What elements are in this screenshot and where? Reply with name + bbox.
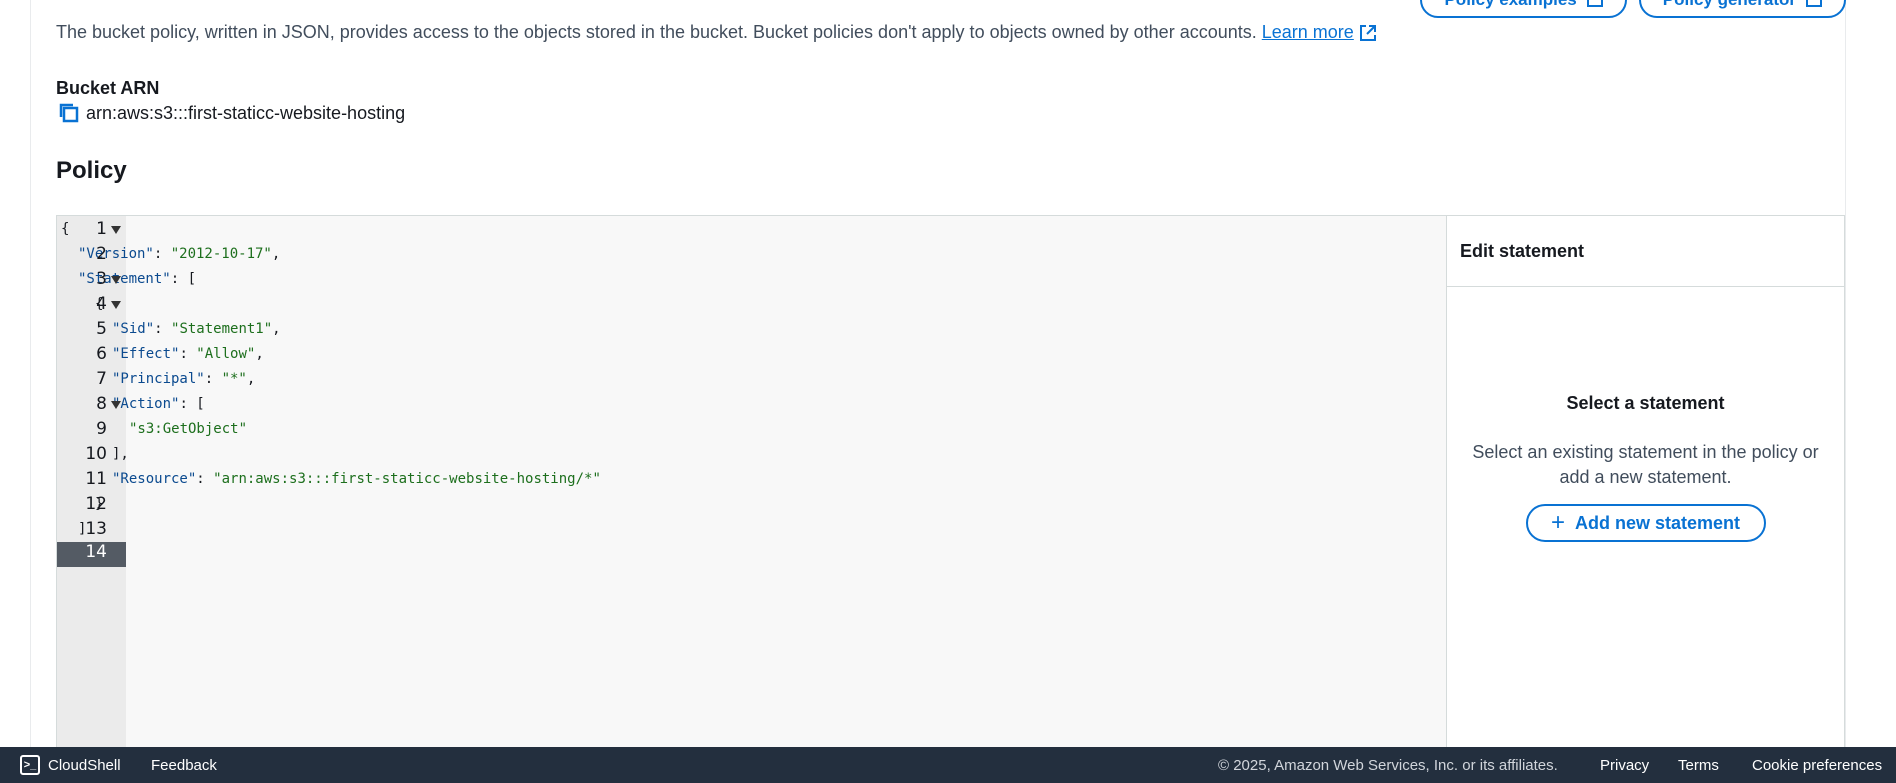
policy-generator-button[interactable]: Policy generator [1638,0,1846,18]
line-number: 3 [57,267,126,292]
code-line[interactable]: "s3:GetObject" [57,417,1501,442]
line-number: 13 [57,517,126,542]
policy-helper-buttons: Policy examples Policy generator [1420,0,1846,18]
code-line[interactable]: "Version": "2012-10-17", [57,242,1501,267]
code-line[interactable]: } [57,492,1501,517]
line-number: 5 [57,317,126,342]
code-line[interactable]: { [57,292,1501,317]
add-new-statement-button[interactable]: + Add new statement [1525,504,1766,542]
line-number-text: 1 [96,219,107,239]
policy-generator-label: Policy generator [1663,0,1796,10]
privacy-link[interactable]: Privacy [1600,747,1649,783]
line-number: 7 [57,367,126,392]
line-number: 4 [57,292,126,317]
add-new-statement-label: Add new statement [1574,512,1741,533]
line-number-text: 12 [85,494,107,514]
console-footer: >_ CloudShell Feedback © 2025, Amazon We… [0,747,1896,783]
line-number-text: 6 [96,344,107,364]
line-number: 9 [57,417,126,442]
bucket-arn-label: Bucket ARN [56,78,160,98]
fold-arrow-icon[interactable] [111,301,121,309]
code-area[interactable]: {"Version": "2012-10-17", "Statement": [{… [61,216,1501,774]
line-number-text: 2 [96,244,107,264]
policy-examples-button[interactable]: Policy examples [1420,0,1627,18]
learn-more-link[interactable]: Learn more [1262,22,1377,43]
line-number: 12 [57,492,126,517]
policy-description: The bucket policy, written in JSON, prov… [56,22,1377,43]
copy-icon[interactable] [58,102,80,124]
code-line[interactable]: "Statement": [ [57,267,1501,292]
code-line[interactable]: "Effect": "Allow", [57,342,1501,367]
code-line[interactable]: "Principal": "*", [57,367,1501,392]
cookie-preferences-link[interactable]: Cookie preferences [1752,747,1882,783]
terms-link[interactable]: Terms [1678,747,1719,783]
line-number-text: 9 [96,419,107,439]
line-number: 14 [57,542,126,567]
code-text: "Effect": "Allow", [112,346,264,362]
feedback-link[interactable]: Feedback [151,747,217,783]
line-number: 2 [57,242,126,267]
line-number: 10 [57,442,126,467]
code-text: "Sid": "Statement1", [112,321,281,337]
code-line[interactable]: "Resource": "arn:aws:s3:::first-staticc-… [57,467,1501,492]
cloudshell-label: CloudShell [48,756,121,774]
code-line[interactable]: "Sid": "Statement1", [57,317,1501,342]
select-statement-description: Select an existing statement in the poli… [1472,442,1819,487]
code-text: "Principal": "*", [112,371,256,387]
external-link-icon [1359,24,1376,41]
policy-description-text: The bucket policy, written in JSON, prov… [56,22,1257,42]
terminal-icon: >_ [20,755,40,775]
copyright-text: © 2025, Amazon Web Services, Inc. or its… [1218,756,1558,774]
line-number-text: 4 [96,294,107,314]
policy-examples-label: Policy examples [1444,0,1576,10]
code-line[interactable]: ] [57,517,1501,542]
line-number: 6 [57,342,126,367]
code-text: "s3:GetObject" [129,421,248,437]
code-line[interactable]: "Action": [ [57,392,1501,417]
code-line[interactable]: ], [57,442,1501,467]
code-line[interactable]: { [57,217,1501,242]
code-text: "Resource": "arn:aws:s3:::first-staticc-… [112,471,601,487]
bucket-arn-row: arn:aws:s3:::first-staticc-website-hosti… [58,102,405,124]
edit-statement-panel: Edit statement Select a statement Select… [1446,216,1844,774]
bucket-arn-value: arn:aws:s3:::first-staticc-website-hosti… [86,102,406,123]
learn-more-label: Learn more [1261,22,1354,42]
line-number: 8 [57,392,126,417]
line-number-text: 3 [96,269,107,289]
line-number-text: 14 [85,542,107,562]
line-number: 11 [57,467,126,492]
external-link-icon [1806,0,1822,7]
line-number-text: 10 [85,444,107,464]
code-line[interactable]: } [57,542,1501,567]
edit-statement-header: Edit statement [1447,216,1844,287]
line-number-text: 7 [96,369,107,389]
fold-arrow-icon[interactable] [111,276,121,284]
external-link-icon [1586,0,1603,7]
policy-title: Policy [56,157,127,184]
fold-arrow-icon[interactable] [111,226,121,234]
plus-icon: + [1550,509,1565,536]
line-number-text: 13 [85,519,107,539]
edit-statement-body: Select a statement Select an existing st… [1447,287,1844,542]
line-number-text: 8 [96,394,107,414]
feedback-label: Feedback [151,756,217,774]
policy-editor[interactable]: {"Version": "2012-10-17", "Statement": [{… [56,215,1845,775]
line-number: 1 [57,217,126,242]
fold-arrow-icon[interactable] [111,401,121,409]
line-number-text: 5 [96,319,107,339]
cloudshell-button[interactable]: >_ CloudShell [20,747,121,783]
select-statement-title: Select a statement [1566,393,1725,413]
line-number-text: 11 [85,469,107,489]
